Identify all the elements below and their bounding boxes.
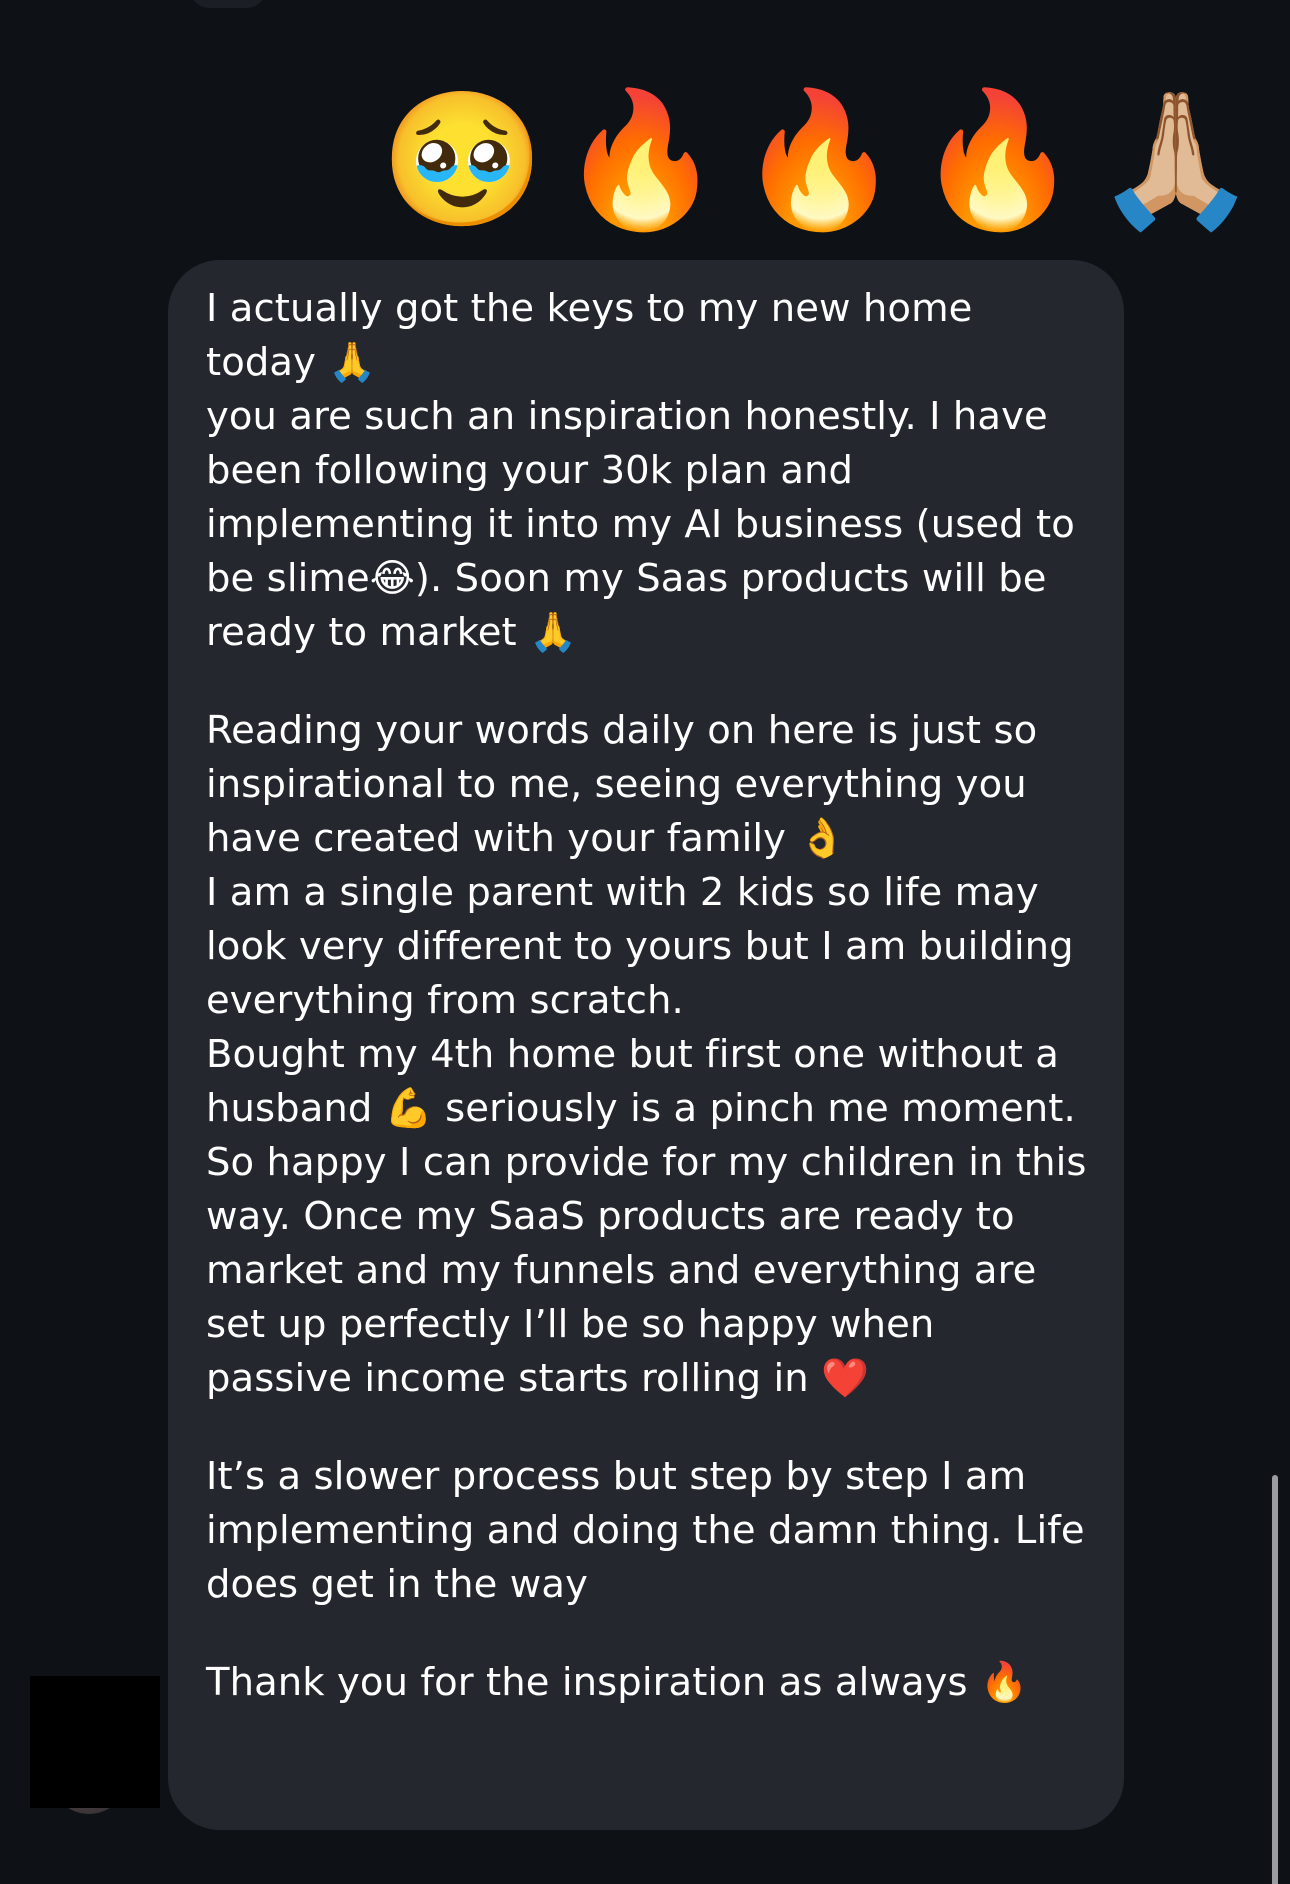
fire-icon: 🔥: [915, 83, 1080, 237]
message-paragraph: Thank you for the inspiration as always …: [206, 1660, 1029, 1705]
message-paragraph: Reading your words daily on here is just…: [206, 708, 1087, 1401]
message-paragraph: I actually got the keys to my new home t…: [206, 286, 1075, 655]
pleading-face-icon: 🥹: [380, 83, 545, 237]
message-paragraph: It’s a slower process but step by step I…: [206, 1454, 1098, 1607]
fire-icon: 🔥: [736, 83, 902, 237]
message-bubble[interactable]: I actually got the keys to my new home t…: [168, 260, 1124, 1830]
scrollbar[interactable]: [1272, 1475, 1278, 1884]
emoji-message[interactable]: 🥹 🔥 🔥 🔥 🙏🏼: [380, 68, 1258, 226]
previous-message-edge: [190, 0, 266, 8]
redaction-box: [30, 1676, 160, 1808]
folded-hands-icon: 🙏🏼: [1093, 83, 1258, 237]
sender-avatar-container[interactable]: [30, 1676, 160, 1814]
fire-icon: 🔥: [558, 83, 723, 237]
